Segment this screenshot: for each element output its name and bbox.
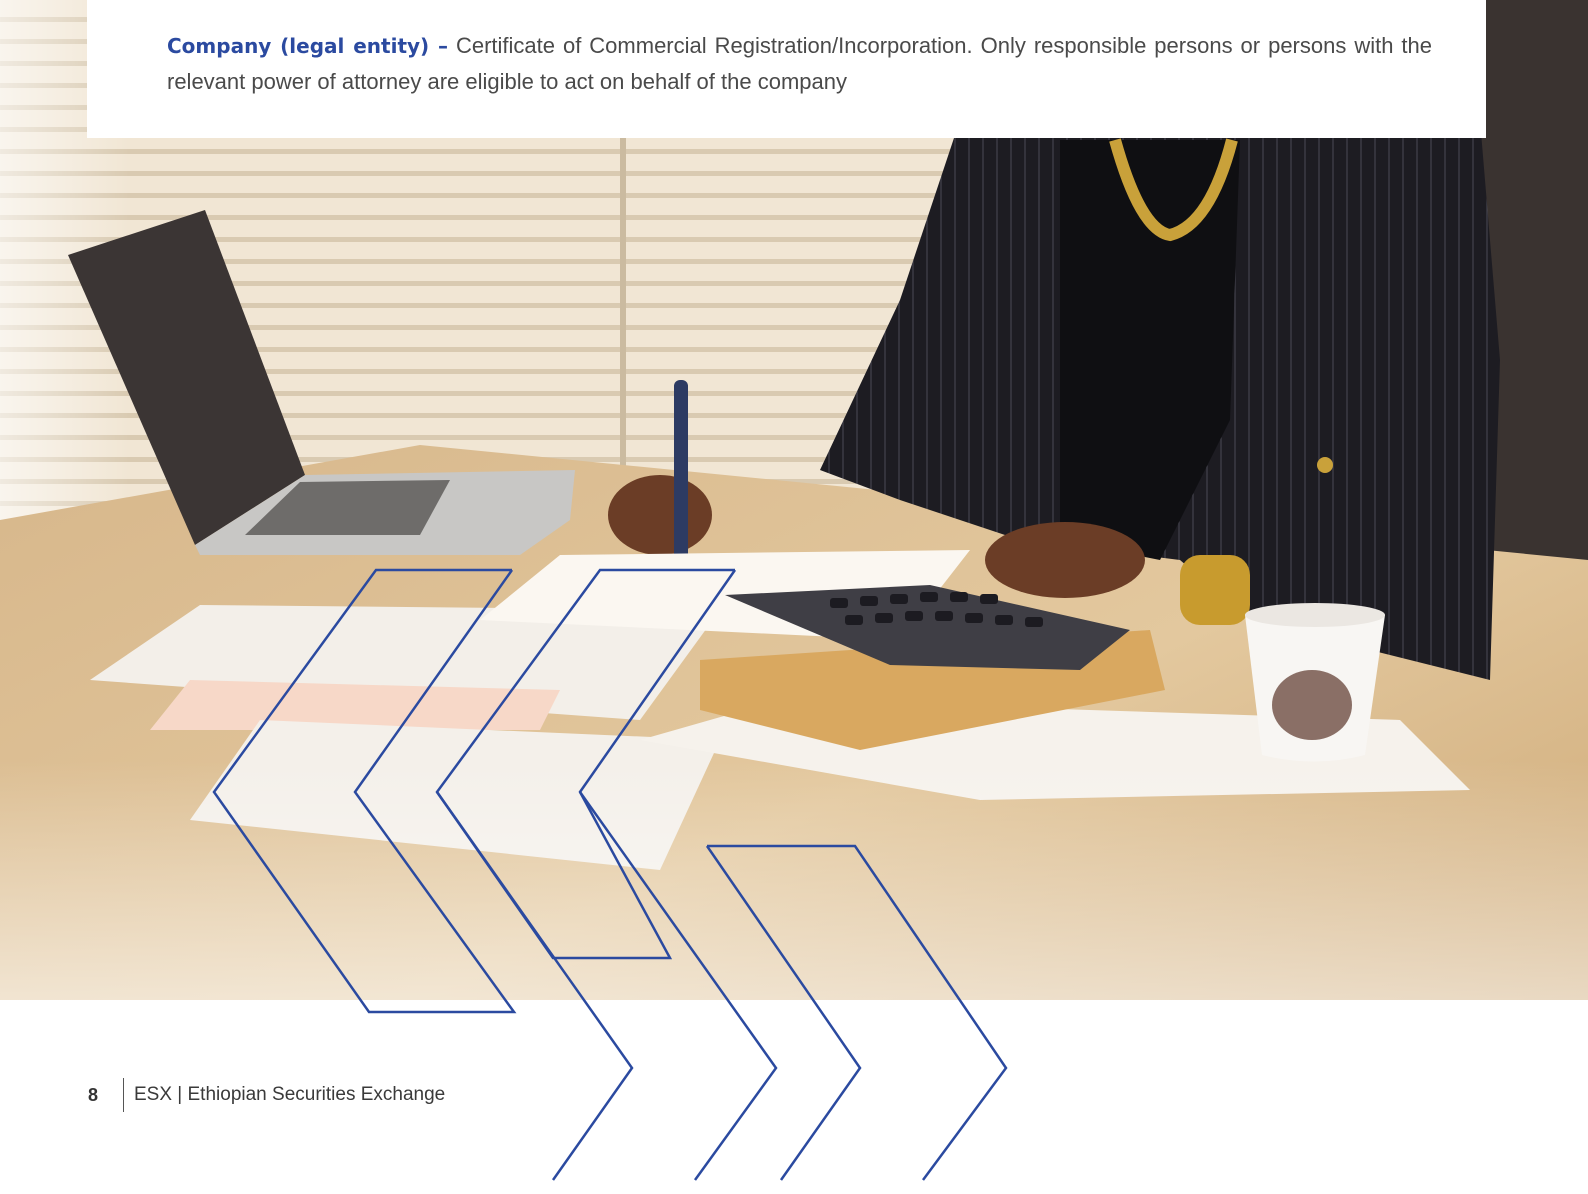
- text-card: Company (legal entity) – Certificate of …: [87, 0, 1486, 138]
- publication-title: ESX | Ethiopian Securities Exchange: [134, 1084, 446, 1105]
- office-desk-photo: [0, 0, 1588, 1194]
- page-footer: 8 ESX | Ethiopian Securities Exchange: [88, 1078, 445, 1112]
- document-page: Company (legal entity) – Certificate of …: [0, 0, 1588, 1194]
- lead-heading: Company (legal entity) –: [167, 34, 448, 58]
- footer-divider: [123, 1078, 124, 1112]
- page-number: 8: [88, 1084, 99, 1105]
- body-paragraph: Company (legal entity) – Certificate of …: [167, 28, 1432, 100]
